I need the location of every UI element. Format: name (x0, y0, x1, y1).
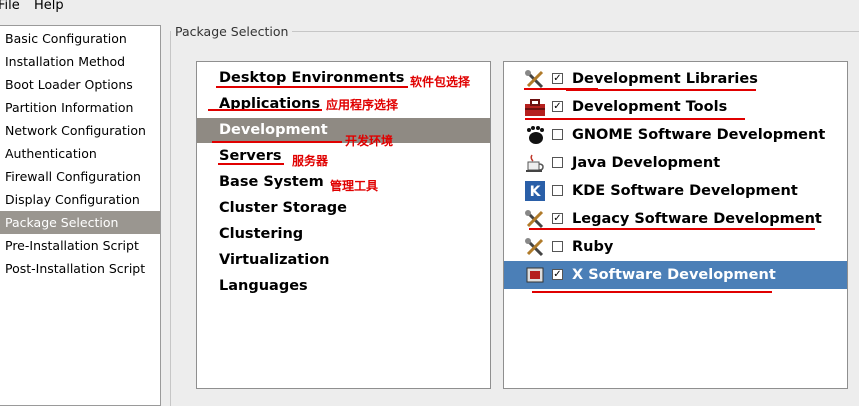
sidebar-item-authentication[interactable]: Authentication (0, 142, 160, 165)
package-row-development-tools[interactable]: ✓ Development Tools (504, 93, 847, 121)
sidebar-item-partition-information[interactable]: Partition Information (0, 96, 160, 119)
tools-icon (525, 70, 544, 89)
annotation-servers: 服务器 (292, 154, 329, 168)
annotation-development: 开发环境 (345, 134, 394, 148)
package-checkbox[interactable]: ✓ (552, 269, 563, 280)
underline-package-8 (532, 291, 772, 293)
underline-package-2 (525, 118, 745, 120)
sidebar-item-display-configuration[interactable]: Display Configuration (0, 188, 160, 211)
package-label: Java Development (572, 155, 721, 171)
package-row-java-development[interactable]: Java Development (504, 149, 847, 177)
group-item-languages[interactable]: Languages (197, 274, 490, 299)
package-checkbox[interactable]: ✓ (552, 101, 563, 112)
kde-icon: K (525, 181, 545, 201)
x-window-icon (526, 267, 544, 283)
package-checkbox[interactable]: ✓ (552, 73, 563, 84)
tools-icon (525, 238, 544, 257)
package-label: Development Tools (572, 99, 728, 115)
package-checkbox[interactable] (552, 129, 563, 140)
toolbox-icon (525, 99, 545, 116)
menu-bar: File Help (0, 0, 859, 14)
menu-help[interactable]: Help (34, 0, 64, 14)
package-label: Ruby (572, 239, 614, 255)
frame-border-left (170, 31, 171, 406)
package-row-ruby[interactable]: Ruby (504, 233, 847, 261)
annotation-base-system: 管理工具 (330, 179, 379, 193)
sidebar-item-pre-installation-script[interactable]: Pre-Installation Script (0, 234, 160, 257)
package-checkbox[interactable]: ✓ (552, 213, 563, 224)
underline-package-1b (566, 89, 756, 91)
package-label: X Software Development (572, 267, 776, 283)
package-row-gnome-software-development[interactable]: GNOME Software Development (504, 121, 847, 149)
sidebar-item-package-selection[interactable]: Package Selection (0, 211, 160, 234)
underline-applications (208, 109, 322, 111)
underline-desktop (216, 86, 408, 88)
tools-icon (525, 210, 544, 229)
annotation-applications: 应用程序选择 (326, 98, 399, 112)
menu-file-label: File (0, 0, 20, 13)
package-checkbox[interactable] (552, 185, 563, 196)
package-checkbox[interactable] (552, 157, 563, 168)
group-item-clustering[interactable]: Clustering (197, 222, 490, 247)
sidebar-item-installation-method[interactable]: Installation Method (0, 50, 160, 73)
frame-border-top (292, 31, 859, 32)
frame-title: Package Selection (175, 24, 289, 39)
gnome-foot-icon (527, 126, 544, 144)
sidebar-item-firewall-configuration[interactable]: Firewall Configuration (0, 165, 160, 188)
group-item-development[interactable]: Development (197, 118, 490, 143)
annotation-desktop: 软件包选择 (410, 75, 471, 89)
svg-text:K: K (530, 184, 542, 200)
package-label: KDE Software Development (572, 183, 798, 199)
package-row-x-software-development[interactable]: ✓ X Software Development (504, 261, 847, 289)
sidebar: Basic Configuration Installation Method … (0, 25, 161, 406)
sidebar-item-post-installation-script[interactable]: Post-Installation Script (0, 257, 160, 280)
menu-file[interactable]: File (0, 0, 20, 14)
package-list: ✓ Development Libraries ✓ Development To… (503, 61, 848, 389)
sidebar-item-network-configuration[interactable]: Network Configuration (0, 119, 160, 142)
underline-package-6 (529, 228, 815, 230)
group-item-cluster-storage[interactable]: Cluster Storage (197, 196, 490, 221)
sidebar-item-boot-loader-options[interactable]: Boot Loader Options (0, 73, 160, 96)
menu-help-label: Help (34, 0, 64, 13)
group-item-servers[interactable]: Servers (197, 144, 490, 169)
package-row-kde-software-development[interactable]: K KDE Software Development (504, 177, 847, 205)
sidebar-item-basic-configuration[interactable]: Basic Configuration (0, 27, 160, 50)
package-label: GNOME Software Development (572, 127, 826, 143)
underline-servers (218, 163, 284, 165)
underline-development (212, 141, 342, 143)
group-item-virtualization[interactable]: Virtualization (197, 248, 490, 273)
package-checkbox[interactable] (552, 241, 563, 252)
java-cup-icon (526, 154, 544, 172)
